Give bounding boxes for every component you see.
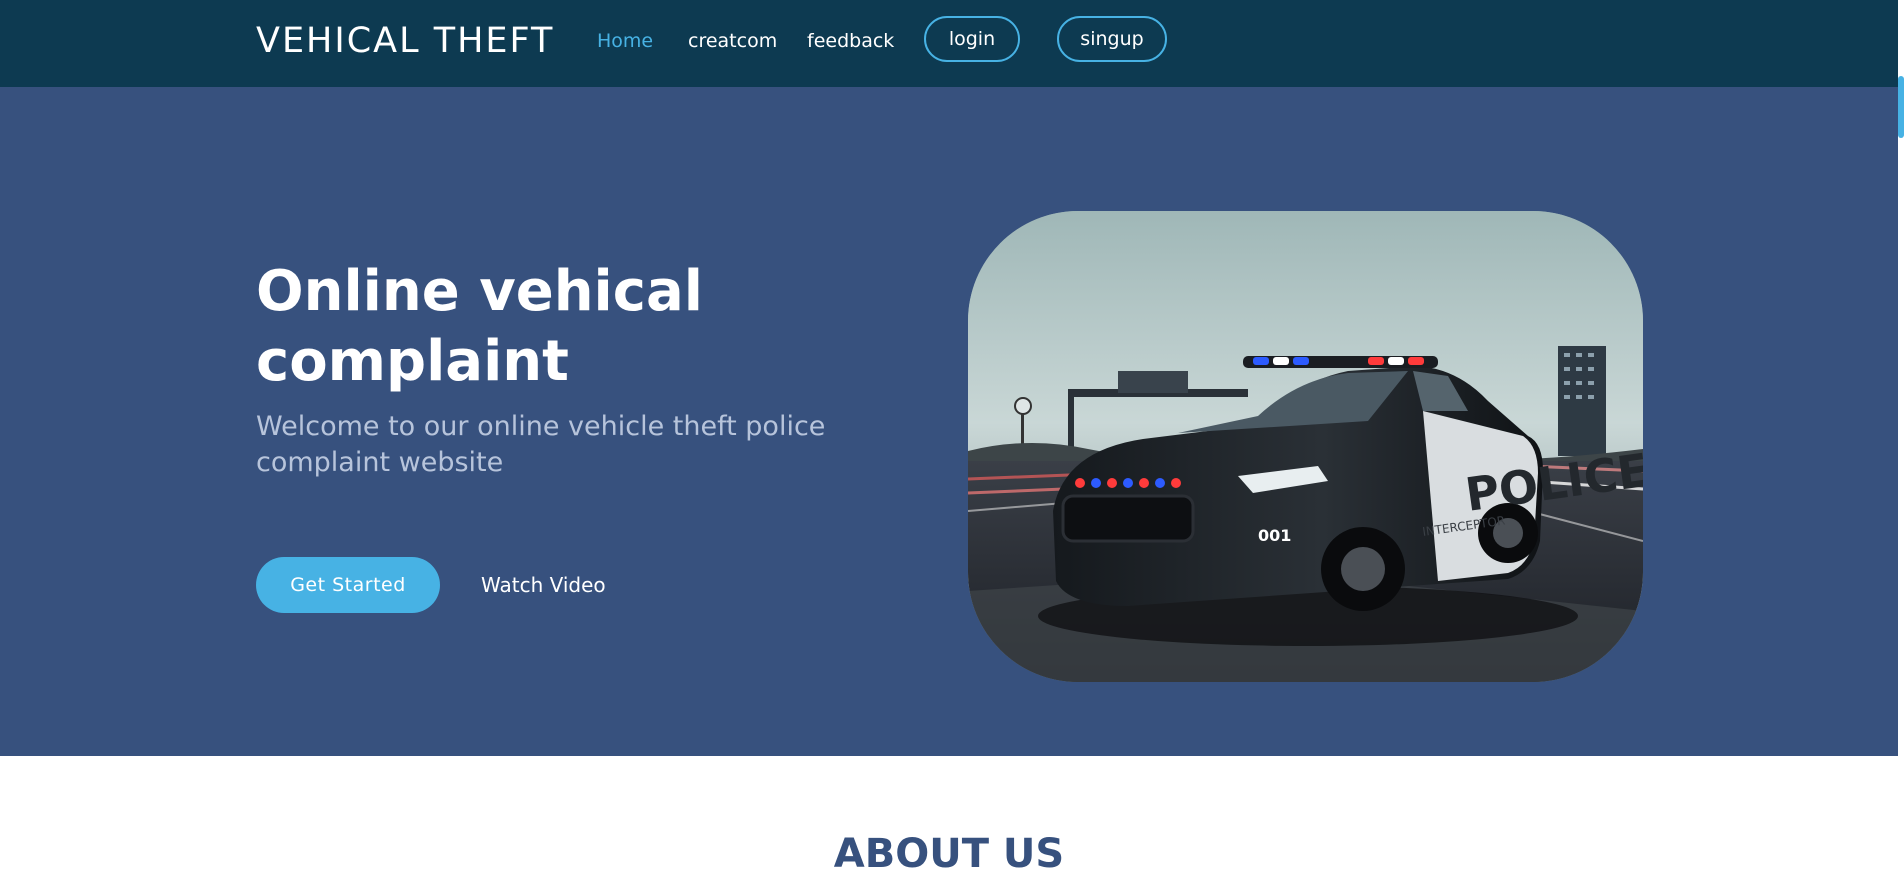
signup-button[interactable]: singup	[1057, 16, 1167, 62]
scrollbar[interactable]	[1898, 0, 1904, 879]
hero-section: Online vehical complaint Welcome to our …	[0, 87, 1898, 756]
login-button[interactable]: login	[924, 16, 1020, 62]
get-started-button[interactable]: Get Started	[256, 557, 440, 613]
brand-logo[interactable]: VEHICAL THEFT	[256, 18, 554, 64]
car-unit-number: 001	[1258, 526, 1291, 545]
nav-link-feedback[interactable]: feedback	[807, 28, 894, 54]
about-us-title: ABOUT US	[833, 831, 1065, 877]
watch-video-link[interactable]: Watch Video	[481, 571, 606, 599]
hero-title: Online vehical complaint	[256, 259, 703, 394]
site-header: VEHICAL THEFT Home creatcom feedback log…	[0, 0, 1898, 87]
nav-link-home[interactable]: Home	[597, 28, 653, 54]
hero-subtitle: Welcome to our online vehicle theft poli…	[256, 411, 826, 478]
police-car-image: POLICE INTERCEPTOR 001	[968, 211, 1643, 682]
scrollbar-thumb[interactable]	[1898, 76, 1904, 138]
nav-link-creatcom[interactable]: creatcom	[688, 28, 777, 54]
